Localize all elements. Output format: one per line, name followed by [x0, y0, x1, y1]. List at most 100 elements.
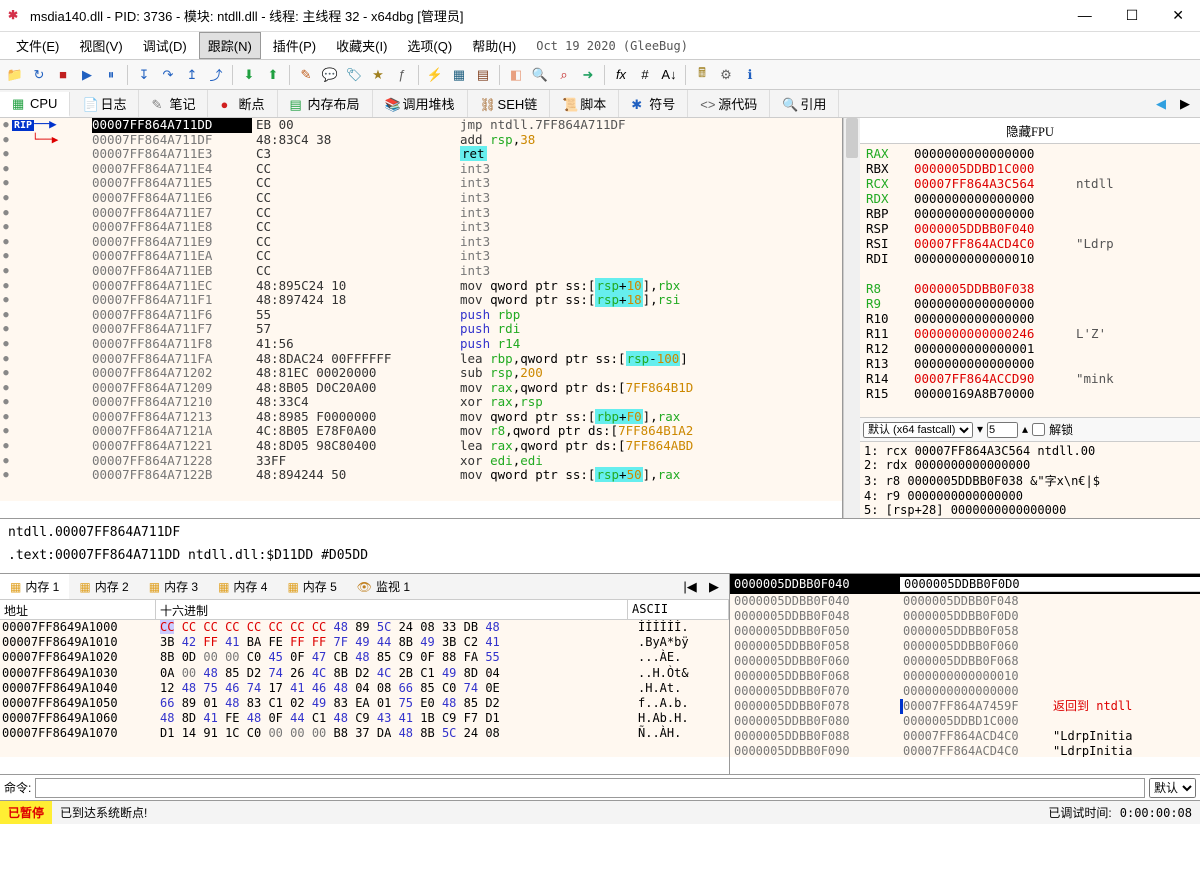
patches-icon[interactable]: ✎ [295, 64, 317, 86]
disasm-row[interactable]: ●00007FF864A7122833FFxor edi,edi [0, 454, 842, 469]
calc-icon[interactable]: 🖩 [691, 64, 713, 86]
disasm-row[interactable]: ●00007FF864A711E9CCint3 [0, 235, 842, 250]
menu-debug[interactable]: 调试(D) [135, 33, 195, 58]
disasm-row[interactable]: ●00007FF864A711E5CCint3 [0, 176, 842, 191]
dump-nav-prev-icon[interactable]: |◀ [679, 576, 701, 598]
stack-row[interactable]: 0000005DDBB0F09000007FF864ACD4C0"LdrpIni… [730, 744, 1200, 757]
menu-help[interactable]: 帮助(H) [464, 33, 524, 58]
hash-icon[interactable]: # [634, 64, 656, 86]
register-row[interactable]: R100000000000000000 [866, 311, 1194, 326]
tab-references[interactable]: 🔍引用 [770, 90, 839, 117]
dump-hscroll[interactable] [0, 757, 729, 774]
tab-seh[interactable]: ⛓SEH链 [468, 90, 551, 117]
open-icon[interactable]: 📁 [4, 64, 26, 86]
dump-col-ascii[interactable]: ASCII [628, 600, 729, 619]
tab-nav-prev-icon[interactable]: ◀ [1150, 93, 1172, 115]
callconv-select[interactable]: 默认 (x64 fastcall) [863, 422, 973, 438]
register-row[interactable]: RDX0000000000000000 [866, 191, 1194, 206]
about-icon[interactable]: ℹ [739, 64, 761, 86]
labels-icon[interactable]: 🏷 [343, 64, 365, 86]
menu-trace[interactable]: 跟踪(N) [199, 32, 261, 59]
arg-row[interactable]: 2: rdx 0000000000000000 [864, 458, 1196, 472]
register-row[interactable]: RBX0000005DDBD1C000 [866, 161, 1194, 176]
arg-row[interactable]: 1: rcx 00007FF864A3C564 ntdll.00 [864, 444, 1196, 458]
register-list[interactable]: RAX0000000000000000RBX0000005DDBD1C000RC… [860, 144, 1200, 417]
command-mode-select[interactable]: 默认 [1149, 778, 1196, 798]
register-row[interactable]: RAX0000000000000000 [866, 146, 1194, 161]
stack-row[interactable]: 0000005DDBB0F0600000005DDBB0F068 [730, 654, 1200, 669]
stack-row[interactable]: 0000005DDBB0F0580000005DDBB0F060 [730, 639, 1200, 654]
tab-callstack[interactable]: 📚调用堆栈 [373, 90, 468, 117]
run-icon[interactable]: ▶ [76, 64, 98, 86]
step-ret-icon[interactable]: ⤴ [205, 64, 227, 86]
command-input[interactable] [35, 778, 1145, 798]
find-icon[interactable]: ⌕ [553, 64, 575, 86]
dump-list[interactable]: 00007FF8649A1000CC CC CC CC CC CC CC CC … [0, 620, 729, 757]
tab-source[interactable]: <>源代码 [688, 90, 770, 117]
step-into-icon[interactable]: ↧ [133, 64, 155, 86]
stack-row[interactable]: 0000005DDBB0F0680000000000000010 [730, 669, 1200, 684]
menu-file[interactable]: 文件(E) [8, 33, 67, 58]
disasm-row[interactable]: ●00007FF864A7121348:8985 F0000000mov qwo… [0, 410, 842, 425]
settings-icon[interactable]: ⚙ [715, 64, 737, 86]
stack-list[interactable]: 0000005DDBB0F0400000005DDBB0F0480000005D… [730, 594, 1200, 757]
disasm-row[interactable]: ●00007FF864A711FA48:8DAC24 00FFFFFFlea r… [0, 352, 842, 367]
search-icon[interactable]: 🔍 [529, 64, 551, 86]
disasm-row[interactable]: ●00007FF864A711F148:897424 18mov qword p… [0, 293, 842, 308]
disasm-row[interactable]: ●00007FF864A7122B48:894244 50mov qword p… [0, 468, 842, 483]
disasm-row[interactable]: ●00007FF864A711EACCint3 [0, 249, 842, 264]
menu-options[interactable]: 选项(Q) [399, 33, 460, 58]
goto-icon[interactable]: ➜ [577, 64, 599, 86]
disasm-row[interactable]: ●00007FF864A711EBCCint3 [0, 264, 842, 279]
dump-row[interactable]: 00007FF8649A105066 89 01 48 83 C1 02 49 … [0, 696, 729, 711]
tab-breakpoints[interactable]: ●断点 [208, 90, 277, 117]
register-row[interactable]: RCX00007FF864A3C564ntdll [866, 176, 1194, 191]
dump-row[interactable]: 00007FF8649A10208B 0D 00 00 C0 45 0F 47 … [0, 650, 729, 665]
erase-icon[interactable]: ◧ [505, 64, 527, 86]
stack-row[interactable]: 0000005DDBB0F0800000005DDBD1C000 [730, 714, 1200, 729]
argument-list[interactable]: 1: rcx 00007FF864A3C564 ntdll.002: rdx 0… [860, 442, 1200, 518]
tab-memmap[interactable]: ▤内存布局 [278, 90, 373, 117]
disasm-row[interactable]: ●00007FF864A711E3C3ret [0, 147, 842, 162]
stack-col-addr[interactable]: 0000005DDBB0F040 [730, 577, 900, 591]
scylla-icon[interactable]: ⚡ [424, 64, 446, 86]
fx-icon[interactable]: fx [610, 64, 632, 86]
disasm-row[interactable]: ●00007FF864A711EC48:895C24 10mov qword p… [0, 279, 842, 294]
minimize-button[interactable]: — [1070, 3, 1100, 28]
register-row[interactable]: R80000005DDBB0F038 [866, 281, 1194, 296]
dump-row[interactable]: 00007FF8649A10103B 42 FF 41 BA FE FF FF … [0, 635, 729, 650]
disasm-row[interactable]: ●00007FF864A7120248:81EC 00020000sub rsp… [0, 366, 842, 381]
trace-over-icon[interactable]: ⬆ [262, 64, 284, 86]
arg-row[interactable]: 5: [rsp+28] 0000000000000000 [864, 503, 1196, 517]
close-button[interactable]: ✕ [1164, 3, 1192, 28]
dump-row[interactable]: 00007FF8649A106048 8D 41 FE 48 0F 44 C1 … [0, 711, 729, 726]
arg-count-input[interactable] [987, 422, 1018, 438]
menu-view[interactable]: 视图(V) [71, 33, 130, 58]
disasm-row[interactable]: ● └──▶00007FF864A711DF48:83C4 38add rsp,… [0, 133, 842, 148]
dump-nav-next-icon[interactable]: ▶ [703, 576, 725, 598]
arg-row[interactable]: 4: r9 0000000000000000 [864, 489, 1196, 503]
disassembly-list[interactable]: ●RIP──▶00007FF864A711DDEB 00jmp ntdll.7F… [0, 118, 842, 501]
tab-script[interactable]: 📜脚本 [550, 90, 619, 117]
register-row[interactable]: RBP0000000000000000 [866, 206, 1194, 221]
dump-tab-3[interactable]: ▦内存 3 [139, 574, 208, 599]
dump-row[interactable]: 00007FF8649A104012 48 75 46 74 17 41 46 … [0, 681, 729, 696]
stack-row[interactable]: 0000005DDBB0F08800007FF864ACD4C0"LdrpIni… [730, 729, 1200, 744]
register-row[interactable]: R90000000000000000 [866, 296, 1194, 311]
register-row[interactable]: RDI0000000000000010 [866, 251, 1194, 266]
disasm-row[interactable]: ●00007FF864A711F757push rdi [0, 322, 842, 337]
disasm-row[interactable]: ●00007FF864A711F841:56push r14 [0, 337, 842, 352]
stop-icon[interactable]: ■ [52, 64, 74, 86]
restart-icon[interactable]: ↻ [28, 64, 50, 86]
dump-tab-4[interactable]: ▦内存 4 [208, 574, 277, 599]
arg-nav-prev[interactable]: ▾ [977, 422, 983, 437]
font-icon[interactable]: A↓ [658, 64, 680, 86]
register-row[interactable]: RSI00007FF864ACD4C0"Ldrp [866, 236, 1194, 251]
register-row[interactable]: R120000000000000001 [866, 341, 1194, 356]
tab-nav-next-icon[interactable]: ▶ [1174, 93, 1196, 115]
register-row[interactable]: R110000000000000246L'Z' [866, 326, 1194, 341]
arg-nav-next[interactable]: ▴ [1022, 422, 1028, 437]
functions-icon[interactable]: ƒ [391, 64, 413, 86]
dump-tab-2[interactable]: ▦内存 2 [69, 574, 138, 599]
stack-col-val[interactable]: 0000005DDBB0F0D0 [900, 577, 1200, 592]
